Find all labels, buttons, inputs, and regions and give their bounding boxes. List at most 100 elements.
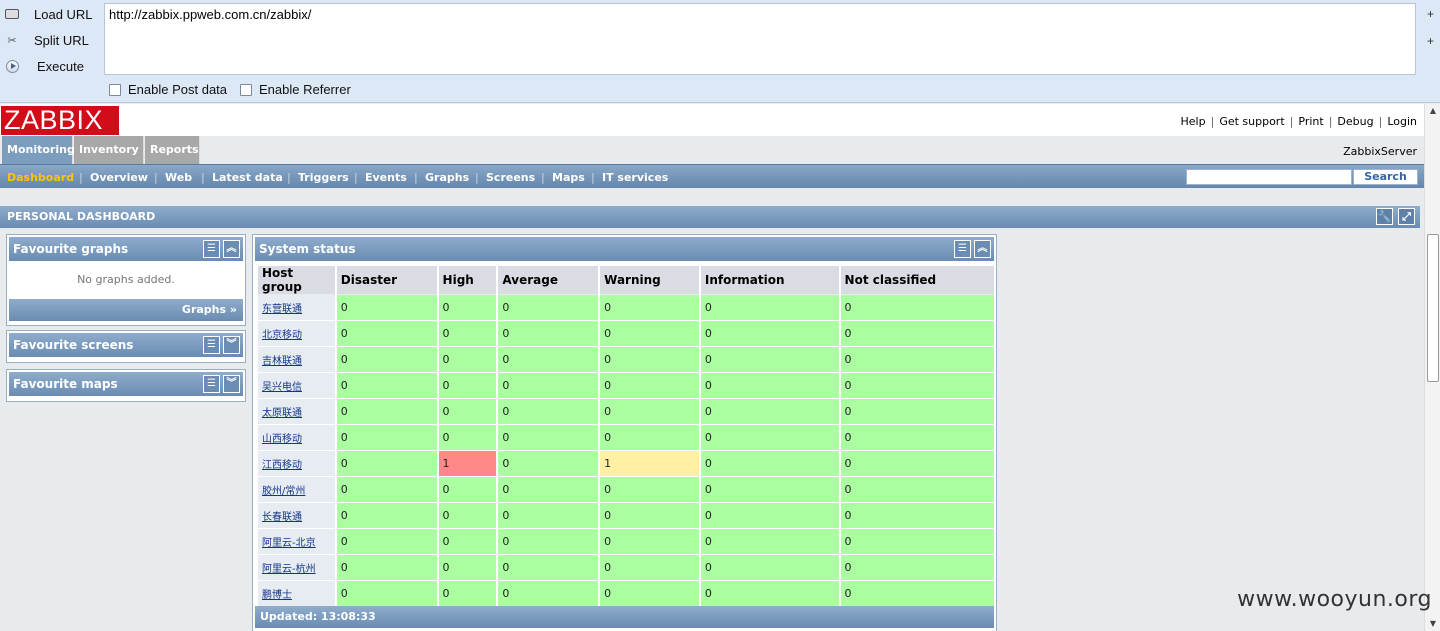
tab-reports[interactable]: Reports <box>145 136 200 164</box>
status-count-cell: 0 <box>438 399 497 425</box>
zabbix-page: ZABBIX Help | Get support | Print | Debug | Logi… <box>0 104 1424 631</box>
checkbox-box[interactable] <box>240 83 252 96</box>
host-group-link[interactable]: 胶州/常州 <box>262 486 305 497</box>
status-count-cell: 0 <box>600 295 699 321</box>
status-count-cell: 0 <box>498 555 599 581</box>
host-group-link[interactable]: 吴兴电信 <box>262 382 302 393</box>
checkbox-box[interactable] <box>109 83 121 96</box>
debug-link[interactable]: Debug <box>1337 115 1373 128</box>
table-row: 阿里云-北京 0 0 0 0 0 0 <box>258 529 994 555</box>
search-button[interactable]: Search <box>1353 169 1418 185</box>
host-group-link[interactable]: 东营联通 <box>262 304 302 315</box>
zabbix-logo[interactable]: ZABBIX <box>1 106 119 135</box>
favourite-maps-header: Favourite maps ☰ ︾ <box>9 372 243 396</box>
vertical-scrollbar[interactable]: ▲ ▼ <box>1424 104 1440 631</box>
print-link[interactable]: Print <box>1298 115 1323 128</box>
submenu-overview[interactable]: Overview <box>90 171 148 184</box>
status-count-cell: 0 <box>600 503 699 529</box>
host-group-link[interactable]: 山西移动 <box>262 434 302 445</box>
dashboard-header: PERSONAL DASHBOARD 🔧 ⤢ <box>0 206 1420 228</box>
status-count-cell: 0 <box>700 503 839 529</box>
status-count-cell: 0 <box>840 347 994 373</box>
submenu-it-services[interactable]: IT services <box>602 171 668 184</box>
host-group-cell: 山西移动 <box>258 425 335 451</box>
submenu-graphs[interactable]: Graphs <box>425 171 469 184</box>
search-input[interactable] <box>1186 169 1352 185</box>
favourite-maps-title: Favourite maps <box>13 377 118 391</box>
help-link[interactable]: Help <box>1181 115 1206 128</box>
fullscreen-icon[interactable]: ⤢ <box>1398 208 1415 225</box>
submenu-latest-data[interactable]: Latest data <box>212 171 283 184</box>
collapse-icon[interactable]: ︽ <box>974 240 991 258</box>
status-count-cell: 0 <box>498 321 599 347</box>
status-count-cell: 0 <box>840 295 994 321</box>
play-icon <box>5 59 19 73</box>
status-count-cell: 0 <box>600 347 699 373</box>
host-group-link[interactable]: 太原联通 <box>262 408 302 419</box>
host-group-link[interactable]: 江西移动 <box>262 460 302 471</box>
login-link[interactable]: Login <box>1387 115 1417 128</box>
status-count-cell: 0 <box>700 321 839 347</box>
menu-icon[interactable]: ☰ <box>954 240 971 258</box>
url-textarea[interactable]: http://zabbix.ppweb.com.cn/zabbix/ <box>104 3 1416 75</box>
submenu-screens[interactable]: Screens <box>486 171 535 184</box>
load-url-button[interactable]: Load URL <box>0 2 100 26</box>
menu-icon[interactable]: ☰ <box>203 375 220 393</box>
host-group-link[interactable]: 北京移动 <box>262 330 302 341</box>
status-count-cell: 0 <box>600 581 699 607</box>
status-count-cell: 0 <box>600 399 699 425</box>
expand-icon[interactable]: ︾ <box>223 375 240 393</box>
submenu-web[interactable]: Web <box>165 171 192 184</box>
enable-referrer-label: Enable Referrer <box>259 82 351 97</box>
execute-button[interactable]: Execute <box>0 54 100 78</box>
expand-icon-2[interactable]: + <box>1427 34 1434 48</box>
status-count-cell: 0 <box>840 555 994 581</box>
enable-post-checkbox[interactable]: Enable Post data <box>109 82 227 97</box>
submenu-dashboard[interactable]: Dashboard <box>7 171 74 184</box>
host-group-link[interactable]: 长春联通 <box>262 512 302 523</box>
scroll-down-icon[interactable]: ▼ <box>1425 617 1440 631</box>
header-links: Help | Get support | Print | Debug | Login <box>1180 115 1417 128</box>
tab-monitoring[interactable]: Monitoring <box>2 136 75 164</box>
system-status-title: System status <box>259 242 356 256</box>
main-menu: Monitoring Inventory Reports ZabbixServe… <box>0 136 1424 164</box>
scroll-up-icon[interactable]: ▲ <box>1425 104 1440 118</box>
collapse-icon[interactable]: ︽ <box>223 240 240 258</box>
host-group-link[interactable]: 吉林联通 <box>262 356 302 367</box>
scroll-thumb[interactable] <box>1427 234 1439 382</box>
host-group-link[interactable]: 鹏博士 <box>262 590 292 601</box>
status-count-cell: 0 <box>438 529 497 555</box>
wrench-icon[interactable]: 🔧 <box>1376 208 1393 225</box>
submenu-maps[interactable]: Maps <box>552 171 585 184</box>
status-count-cell: 0 <box>336 503 437 529</box>
menu-icon[interactable]: ☰ <box>203 336 220 354</box>
split-url-button[interactable]: ✂ Split URL <box>0 28 100 52</box>
expand-icon[interactable]: + <box>1427 7 1434 21</box>
status-count-cell: 0 <box>498 451 599 477</box>
status-count-cell: 0 <box>438 477 497 503</box>
status-count-cell[interactable]: 1 <box>438 451 497 477</box>
status-count-cell: 0 <box>336 295 437 321</box>
menu-icon[interactable]: ☰ <box>203 240 220 258</box>
status-count-cell: 0 <box>700 581 839 607</box>
host-group-cell: 吉林联通 <box>258 347 335 373</box>
submenu-triggers[interactable]: Triggers <box>298 171 349 184</box>
expand-icon[interactable]: ︾ <box>223 336 240 354</box>
status-count-cell: 0 <box>700 529 839 555</box>
table-row: 江西移动 0 1 0 1 0 0 <box>258 451 994 477</box>
status-count-cell: 0 <box>700 477 839 503</box>
submenu-events[interactable]: Events <box>365 171 407 184</box>
host-group-link[interactable]: 阿里云-北京 <box>262 538 316 549</box>
host-group-link[interactable]: 阿里云-杭州 <box>262 564 316 575</box>
system-status-header: System status ☰ ︽ <box>255 237 994 261</box>
tab-inventory[interactable]: Inventory <box>74 136 144 164</box>
enable-referrer-checkbox[interactable]: Enable Referrer <box>240 82 351 97</box>
status-count-cell: 0 <box>498 503 599 529</box>
status-count-cell: 0 <box>336 529 437 555</box>
get-support-link[interactable]: Get support <box>1219 115 1284 128</box>
column-header: Average <box>498 266 599 295</box>
status-count-cell[interactable]: 1 <box>600 451 699 477</box>
graphs-link[interactable]: Graphs » <box>9 299 243 321</box>
status-count-cell: 0 <box>336 425 437 451</box>
favourite-screens-header: Favourite screens ☰ ︾ <box>9 333 243 357</box>
